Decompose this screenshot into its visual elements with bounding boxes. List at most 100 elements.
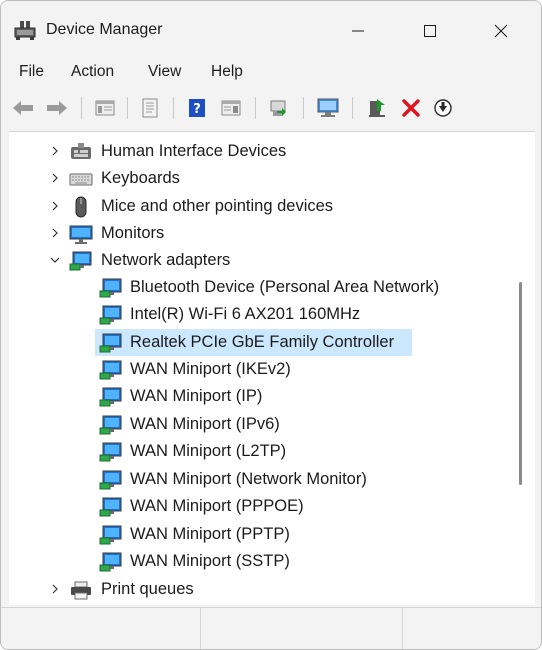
help-button[interactable]: ? xyxy=(185,96,209,120)
tree-item-network-adapter[interactable]: Intel(R) Wi-Fi 6 AX201 160MHz xyxy=(9,301,529,328)
tree-item-network-adapter[interactable]: WAN Miniport (PPPOE) xyxy=(9,493,529,520)
tree-category-monitors[interactable]: Monitors xyxy=(9,220,529,247)
back-arrow-icon xyxy=(13,101,33,115)
forward-arrow-icon xyxy=(47,101,67,115)
help-icon: ? xyxy=(189,99,205,117)
window-title: Device Manager xyxy=(46,21,163,38)
properties-button[interactable] xyxy=(138,96,162,120)
vertical-scrollbar-thumb[interactable] xyxy=(519,282,522,485)
tree-item-label: Intel(R) Wi-Fi 6 AX201 160MHz xyxy=(130,305,361,323)
toolbar-separator xyxy=(303,97,304,119)
back-button[interactable] xyxy=(11,96,35,120)
toolbar-separator xyxy=(352,97,353,119)
forward-button[interactable] xyxy=(45,96,69,120)
maximize-icon xyxy=(424,25,436,37)
close-button[interactable] xyxy=(478,9,524,53)
title-bar[interactable]: Device Manager xyxy=(1,1,541,57)
chevron-right-icon[interactable] xyxy=(49,145,61,157)
svg-text:?: ? xyxy=(193,102,201,117)
chevron-right-icon[interactable] xyxy=(49,583,61,595)
chevron-down-icon[interactable] xyxy=(49,254,61,266)
toolbar-separator xyxy=(173,97,174,119)
document-icon xyxy=(142,98,158,118)
toolbar-separator xyxy=(255,97,256,119)
status-bar-pane xyxy=(200,608,402,649)
tree-item-label: Realtek PCIe GbE Family Controller xyxy=(130,333,395,351)
menu-help[interactable]: Help xyxy=(211,63,243,81)
monitor-icon xyxy=(69,225,93,244)
network-adapter-icon xyxy=(99,552,122,572)
tree-item-network-adapter[interactable]: Bluetooth Device (Personal Area Network) xyxy=(9,274,529,301)
tree-item-label: WAN Miniport (IP) xyxy=(130,387,263,405)
chevron-right-icon[interactable] xyxy=(49,200,61,212)
show-hide-console-tree-button[interactable] xyxy=(93,96,117,120)
network-adapter-icon xyxy=(99,278,122,298)
menu-bar: File Action View Help xyxy=(1,57,541,87)
toolbar: ? xyxy=(1,87,541,127)
tree-category-label: Mice and other pointing devices xyxy=(101,197,334,215)
tree-category-label: Keyboards xyxy=(101,169,180,187)
tree-category-keyboards[interactable]: Keyboards xyxy=(9,165,529,192)
tree-item-label: WAN Miniport (IKEv2) xyxy=(130,360,291,378)
tree-category-network-adapters[interactable]: Network adapters xyxy=(9,247,529,274)
tree-item-network-adapter[interactable]: WAN Miniport (IP) xyxy=(9,383,529,410)
device-tree[interactable]: Human Interface Devices Keyboards Mice a… xyxy=(9,131,535,605)
toolbar-separator xyxy=(127,97,128,119)
hid-icon xyxy=(71,143,91,159)
tree-category-label: Network adapters xyxy=(101,251,231,269)
properties-grid-icon xyxy=(95,100,115,116)
network-adapter-icon xyxy=(99,387,122,407)
network-adapter-icon xyxy=(99,415,122,435)
tree-item-label: WAN Miniport (PPTP) xyxy=(130,525,290,543)
menu-file[interactable]: File xyxy=(19,63,44,81)
network-adapter-icon xyxy=(99,333,122,353)
tree-item-network-adapter[interactable]: WAN Miniport (IPv6) xyxy=(9,411,529,438)
tree-category-human-interface-devices[interactable]: Human Interface Devices xyxy=(9,138,529,165)
console-tree-icon xyxy=(221,100,241,116)
keyboard-icon xyxy=(69,173,93,186)
tree-category-print-queues[interactable]: Print queues xyxy=(9,576,529,603)
menu-view[interactable]: View xyxy=(148,63,181,81)
tree-category-label: Print queues xyxy=(101,580,194,598)
maximize-button[interactable] xyxy=(407,9,453,53)
network-adapter-icon xyxy=(99,470,122,490)
device-manager-app-icon xyxy=(14,21,36,41)
network-adapter-icon xyxy=(99,525,122,545)
network-adapter-icon xyxy=(99,442,122,462)
toolbar-separator xyxy=(81,97,82,119)
chevron-right-icon[interactable] xyxy=(49,172,61,184)
menu-action[interactable]: Action xyxy=(71,63,114,81)
tree-category-label: Human Interface Devices xyxy=(101,142,287,160)
disable-device-icon xyxy=(434,99,452,117)
status-bar-pane xyxy=(402,608,541,649)
network-adapter-icon xyxy=(99,497,122,517)
update-driver-icon xyxy=(270,100,286,116)
scan-for-hardware-changes-button[interactable] xyxy=(316,96,340,120)
update-driver-button[interactable] xyxy=(267,96,291,120)
tree-item-network-adapter[interactable]: WAN Miniport (L2TP) xyxy=(9,438,529,465)
tree-item-network-adapter[interactable]: WAN Miniport (IKEv2) xyxy=(9,356,529,383)
enable-device-button[interactable] xyxy=(366,96,390,120)
tree-item-label: WAN Miniport (IPv6) xyxy=(130,415,280,433)
tree-item-label: Bluetooth Device (Personal Area Network) xyxy=(130,278,440,296)
enable-device-icon xyxy=(369,99,385,117)
uninstall-device-button[interactable] xyxy=(399,96,423,120)
disable-device-button[interactable] xyxy=(431,96,455,120)
chevron-right-icon[interactable] xyxy=(49,227,61,239)
tree-category-mice[interactable]: Mice and other pointing devices xyxy=(9,193,529,220)
tree-item-label: WAN Miniport (SSTP) xyxy=(130,552,290,570)
tree-item-network-adapter[interactable]: WAN Miniport (PPTP) xyxy=(9,521,529,548)
close-icon xyxy=(494,24,508,38)
action-pane-button[interactable] xyxy=(219,96,243,120)
tree-item-label: WAN Miniport (L2TP) xyxy=(130,442,287,460)
device-manager-window: Device Manager File Action View Help ? H… xyxy=(0,0,542,650)
tree-item-network-adapter-selected[interactable]: Realtek PCIe GbE Family Controller xyxy=(9,329,529,356)
minimize-icon xyxy=(352,30,364,32)
tree-item-network-adapter[interactable]: WAN Miniport (SSTP) xyxy=(9,548,529,575)
tree-category-label: Monitors xyxy=(101,224,165,242)
uninstall-x-icon xyxy=(402,99,420,117)
network-adapter-icon xyxy=(99,360,122,380)
tree-item-label: WAN Miniport (PPPOE) xyxy=(130,497,304,515)
tree-item-network-adapter[interactable]: WAN Miniport (Network Monitor) xyxy=(9,466,529,493)
minimize-button[interactable] xyxy=(335,9,381,53)
